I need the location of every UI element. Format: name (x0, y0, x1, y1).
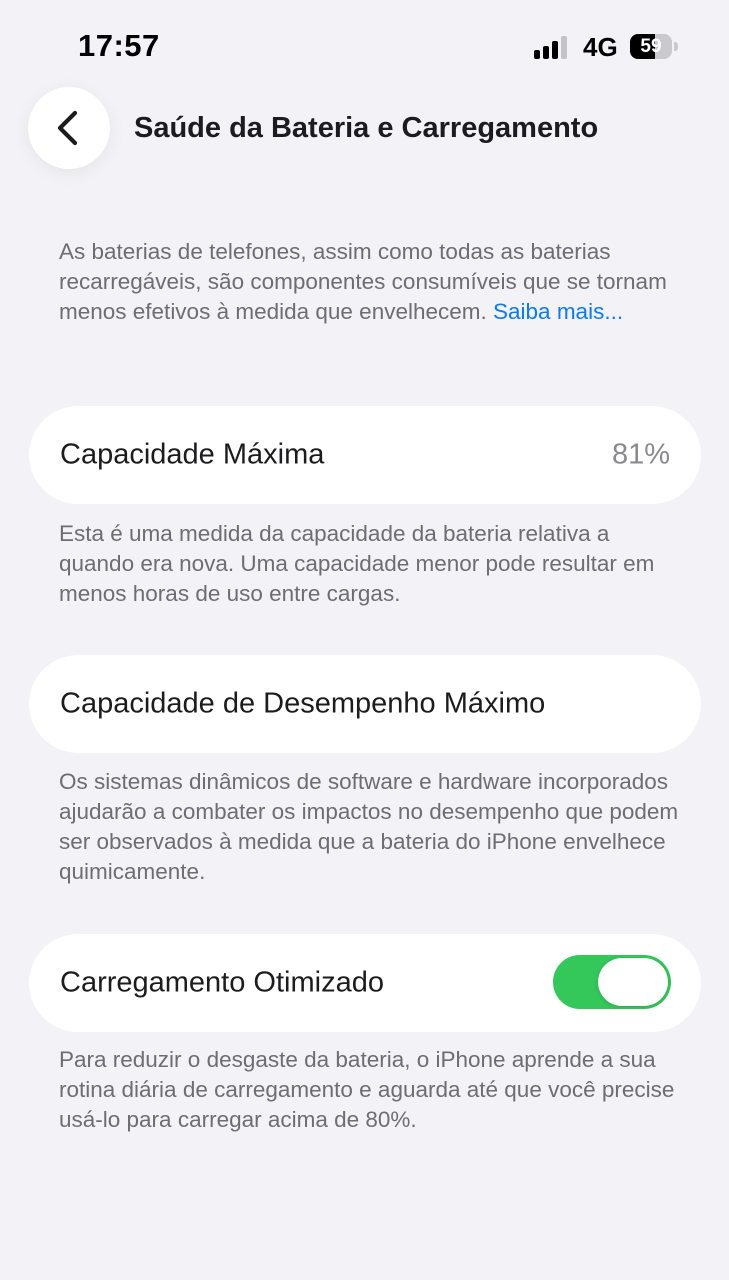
optimized-charging-toggle[interactable] (553, 955, 671, 1009)
peak-performance-label: Capacidade de Desempenho Máximo (60, 687, 546, 720)
status-bar: 17:57 4G 59 (0, 0, 729, 80)
optimized-charging-row: Carregamento Otimizado (29, 934, 701, 1032)
page-title: Saúde da Bateria e Carregamento (134, 112, 599, 144)
battery-icon: 59 (630, 34, 672, 59)
max-capacity-row: Capacidade Máxima 81% (29, 406, 701, 504)
peak-performance-footer: Os sistemas dinâmicos de software e hard… (59, 769, 679, 884)
back-button[interactable] (28, 87, 110, 169)
chevron-left-icon (57, 110, 78, 146)
network-type: 4G (583, 32, 618, 62)
cellular-signal-icon (534, 35, 572, 59)
max-capacity-value: 81% (611, 438, 670, 471)
max-capacity-footer: Esta é uma medida da capacidade da bater… (59, 521, 655, 606)
intro-text: As baterias de telefones, assim como tod… (59, 237, 679, 327)
learn-more-link[interactable]: Saiba mais... (493, 299, 623, 324)
battery-tip (674, 42, 678, 51)
battery-percent: 59 (640, 36, 662, 57)
status-time: 17:57 (78, 28, 160, 63)
max-capacity-label: Capacidade Máxima (60, 438, 325, 471)
peak-performance-row: Capacidade de Desempenho Máximo (29, 655, 701, 753)
optimized-charging-footer: Para reduzir o desgaste da bateria, o iP… (59, 1047, 675, 1132)
toggle-knob (598, 958, 668, 1006)
optimized-charging-label: Carregamento Otimizado (60, 966, 384, 999)
